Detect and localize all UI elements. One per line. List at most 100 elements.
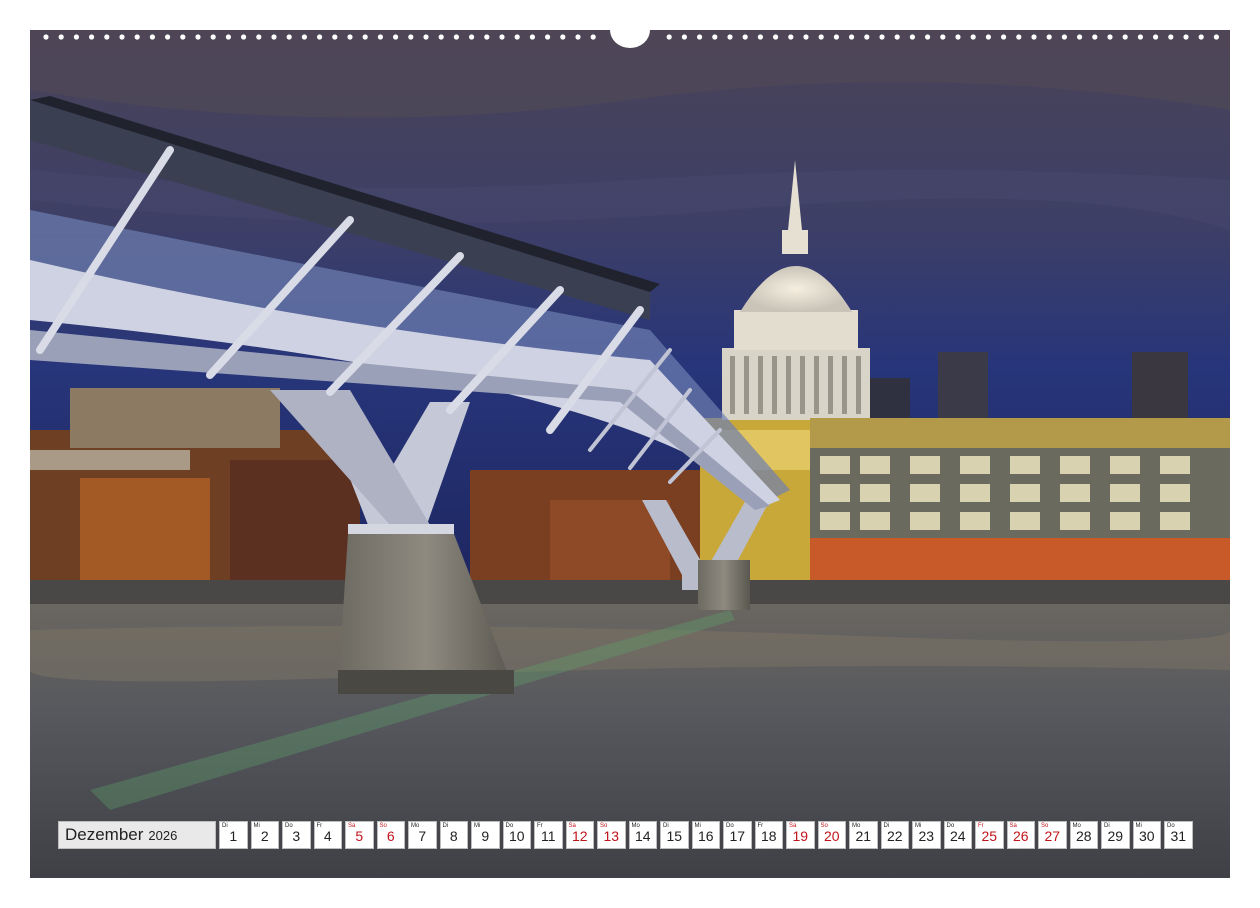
day-number: 29: [1107, 828, 1124, 844]
day-number: 10: [508, 828, 525, 844]
binding-hole: [89, 34, 95, 40]
day-cell: So 27: [1038, 821, 1067, 849]
binding-hole: [1198, 34, 1204, 40]
binding-hole: [453, 34, 459, 40]
photo-millennium-bridge-st-pauls: [30, 30, 1230, 878]
day-number: 5: [355, 828, 364, 844]
month-name: Dezember: [65, 825, 144, 844]
day-number: 4: [323, 828, 332, 844]
day-cell: Do 24: [943, 821, 972, 849]
day-number: 21: [855, 828, 872, 844]
day-number: 28: [1075, 828, 1092, 844]
binding-hole: [408, 34, 414, 40]
day-number: 13: [603, 828, 620, 844]
binding-hole: [499, 34, 505, 40]
day-cell: Mo 14: [628, 821, 657, 849]
binding-hole: [149, 34, 155, 40]
binding-hole: [256, 34, 262, 40]
day-cell: Mo 21: [849, 821, 878, 849]
binding-hole: [894, 34, 900, 40]
binding-hole: [423, 34, 429, 40]
day-cell: Fr 11: [534, 821, 563, 849]
binding-hole: [1183, 34, 1189, 40]
day-cell: Mo 28: [1069, 821, 1098, 849]
binding-hole: [1213, 34, 1219, 40]
binding-hole: [1061, 34, 1067, 40]
binding-hole: [1153, 34, 1159, 40]
day-number: 14: [634, 828, 651, 844]
binding-hole: [909, 34, 916, 40]
binding-hole: [119, 34, 125, 40]
day-cell: So 6: [376, 821, 405, 849]
day-number: 17: [729, 828, 746, 844]
binding-hole: [529, 34, 535, 40]
day-number: 6: [386, 828, 395, 844]
binding-hole: [849, 34, 855, 40]
day-cell: Do 3: [282, 821, 311, 849]
binding-hole: [377, 34, 383, 40]
binding-hole: [58, 34, 64, 40]
binding-hole: [925, 34, 931, 40]
day-cell: Do 10: [502, 821, 531, 849]
binding-hole: [590, 34, 596, 40]
binding-hole: [484, 34, 490, 40]
binding-hole: [104, 34, 110, 40]
binding-hole: [833, 34, 840, 40]
binding-hole: [681, 34, 688, 40]
day-number: 20: [823, 828, 840, 844]
day-cell: Di 8: [439, 821, 468, 849]
day-cell: Sa 26: [1006, 821, 1035, 849]
binding-hole: [134, 34, 140, 40]
binding-hole: [73, 34, 79, 40]
binding-hole: [347, 34, 353, 40]
binding-hole: [362, 34, 368, 40]
binding-hole: [1122, 34, 1128, 40]
binding-hole: [210, 34, 216, 40]
spiral-binding: [43, 30, 1219, 48]
day-cell: Mi 30: [1132, 821, 1161, 849]
day-number: 9: [481, 828, 490, 844]
binding-hole: [1077, 34, 1083, 40]
binding-hole: [180, 34, 186, 40]
binding-hole: [1046, 34, 1052, 40]
day-number: 19: [792, 828, 809, 844]
day-cell: Do 31: [1164, 821, 1193, 849]
day-number: 22: [886, 828, 903, 844]
binding-hole: [545, 34, 551, 40]
day-cell: Fr 25: [975, 821, 1004, 849]
binding-hole: [271, 34, 277, 40]
day-cell: Di 29: [1101, 821, 1130, 849]
binding-hole: [560, 34, 566, 40]
day-number: 2: [260, 828, 269, 844]
day-number: 16: [697, 828, 714, 844]
binding-hole: [879, 34, 885, 40]
binding-hole: [1107, 34, 1113, 40]
binding-hole: [575, 34, 581, 40]
binding-hole: [195, 34, 201, 40]
day-cell: Do 17: [723, 821, 752, 849]
day-cell: Mi 16: [691, 821, 720, 849]
binding-hole: [773, 34, 779, 40]
binding-hole: [666, 34, 672, 40]
binding-hole: [742, 34, 748, 40]
binding-hole: [955, 34, 961, 40]
calendar-photo: [30, 30, 1230, 878]
month-label: Dezember 2026: [58, 821, 216, 849]
binding-hole: [514, 34, 520, 40]
day-cell: Mi 9: [471, 821, 500, 849]
binding-hole: [788, 34, 794, 40]
day-cell: Mo 7: [408, 821, 437, 849]
day-cell: Mi 23: [912, 821, 941, 849]
day-number: 15: [666, 828, 683, 844]
binding-hole: [1168, 34, 1174, 40]
day-number: 12: [571, 828, 588, 844]
day-number: 11: [540, 828, 556, 844]
binding-hole: [1137, 34, 1143, 40]
binding-hole: [43, 34, 49, 40]
month-year: 2026: [148, 827, 178, 843]
binding-hole: [818, 34, 824, 40]
binding-hole: [1001, 34, 1007, 40]
day-number: 25: [981, 828, 998, 844]
binding-hole: [241, 34, 247, 40]
day-cell: So 13: [597, 821, 626, 849]
